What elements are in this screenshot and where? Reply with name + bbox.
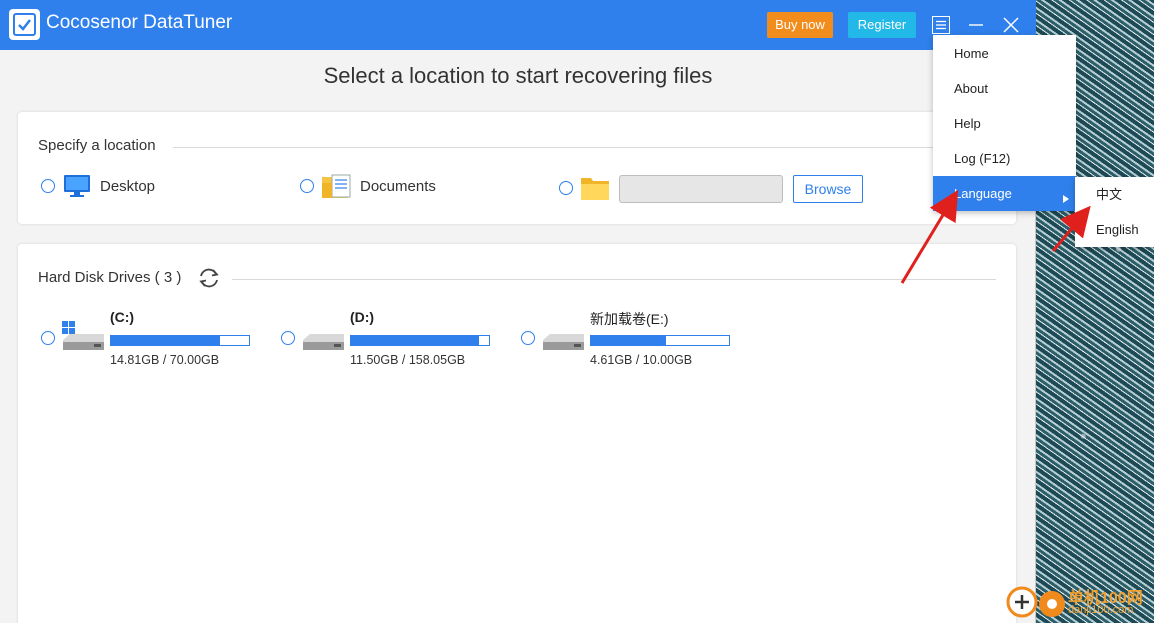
documents-folder-icon <box>320 171 352 201</box>
location-section-title: Specify a location <box>38 137 156 154</box>
menu-item-about[interactable]: About <box>933 71 1076 106</box>
app-window: Cocosenor DataTuner Buy now Register Sel… <box>0 0 1036 623</box>
drive-e-name: 新加载卷(E:) <box>590 311 669 327</box>
drives-panel <box>18 244 1016 623</box>
main-menu: Home About Help Log (F12) Language <box>933 35 1076 211</box>
drive-icon <box>540 320 586 350</box>
submenu-arrow-icon <box>1063 190 1069 203</box>
title-bar: Cocosenor DataTuner Buy now Register <box>0 0 1036 50</box>
desktop-icon <box>62 172 92 200</box>
hamburger-menu-icon[interactable] <box>931 15 951 35</box>
drive-e-radio[interactable] <box>521 331 535 345</box>
menu-item-help[interactable]: Help <box>933 106 1076 141</box>
divider <box>232 279 996 280</box>
drive-c-usage-fill <box>111 336 221 345</box>
desktop-radio[interactable] <box>41 179 55 193</box>
register-button[interactable]: Register <box>848 12 916 38</box>
drive-c-usage-bar <box>110 335 250 346</box>
menu-item-log[interactable]: Log (F12) <box>933 141 1076 176</box>
browse-button[interactable]: Browse <box>793 175 863 203</box>
drive-e-usage-bar <box>590 335 730 346</box>
language-option-english[interactable]: English <box>1075 212 1154 247</box>
drive-e-usage-fill <box>591 336 666 345</box>
location-panel <box>18 112 1016 224</box>
minimize-icon[interactable] <box>966 15 986 35</box>
desktop-label: Desktop <box>100 178 156 195</box>
refresh-icon[interactable] <box>196 266 222 290</box>
drive-c-name: (C:) <box>110 309 135 325</box>
buy-now-button[interactable]: Buy now <box>767 12 833 38</box>
drive-d-usage-bar <box>350 335 490 346</box>
app-title: Cocosenor DataTuner <box>46 12 233 33</box>
close-icon[interactable] <box>1001 15 1021 35</box>
language-option-chinese[interactable]: 中文 <box>1075 177 1154 212</box>
app-logo-icon <box>9 9 40 40</box>
drive-c-radio[interactable] <box>41 331 55 345</box>
drive-d-radio[interactable] <box>281 331 295 345</box>
path-input[interactable] <box>619 175 783 203</box>
drive-c-size: 14.81GB / 70.00GB <box>110 353 220 367</box>
drive-d-size: 11.50GB / 158.05GB <box>350 353 466 367</box>
drives-section-title: Hard Disk Drives ( 3 ) <box>38 269 182 286</box>
drive-d-usage-fill <box>351 336 480 345</box>
menu-item-home[interactable]: Home <box>933 36 1076 71</box>
drive-d-name: (D:) <box>350 309 375 325</box>
documents-label: Documents <box>360 178 436 195</box>
watermark-url: danji100.com <box>1068 604 1134 616</box>
documents-radio[interactable] <box>300 179 314 193</box>
folder-icon <box>579 174 611 202</box>
divider <box>173 147 996 148</box>
system-drive-icon <box>60 320 106 350</box>
drive-icon <box>300 320 346 350</box>
page-heading: Select a location to start recovering fi… <box>323 63 713 88</box>
drive-e-size: 4.61GB / 10.00GB <box>590 353 693 367</box>
menu-item-language[interactable]: Language <box>933 176 1076 211</box>
custom-path-radio[interactable] <box>559 181 573 195</box>
language-submenu: 中文 English <box>1075 177 1154 247</box>
